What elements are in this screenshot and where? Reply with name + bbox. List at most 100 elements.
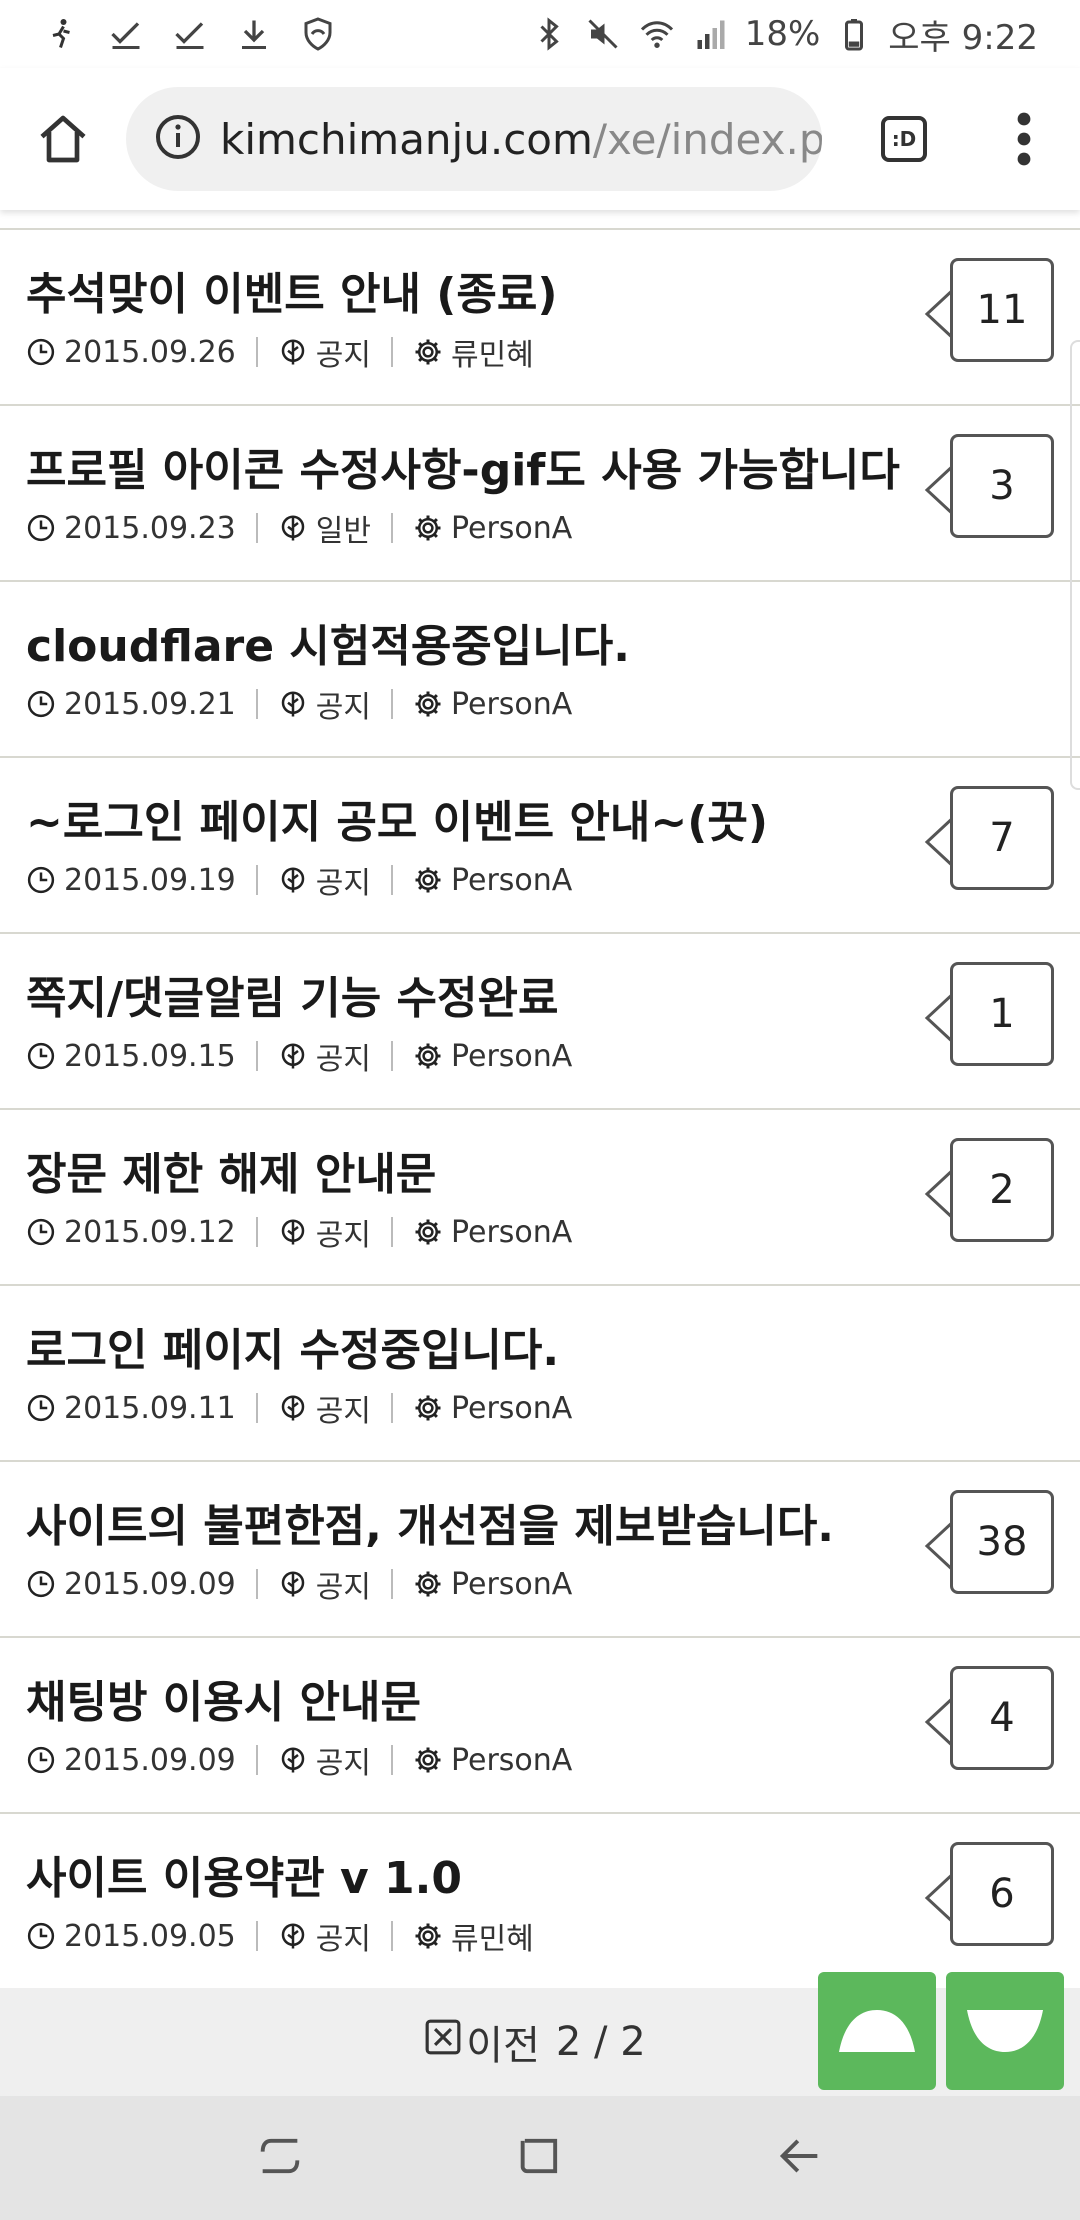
post-category: 공지 [278, 1034, 371, 1078]
home-square-icon [520, 2138, 558, 2174]
meta-divider [390, 513, 393, 543]
post-row[interactable]: 쪽지/댓글알림 기능 수정완료 2015.09.15 공지 PersonA 1 [0, 934, 1080, 1110]
leaf-icon [278, 689, 308, 719]
post-row[interactable]: 사이트 이용약관 v 1.0 2015.09.05 공지 류민혜 6 [0, 1814, 1080, 1990]
meta-divider [390, 1569, 393, 1599]
post-author-text: PersonA [450, 1566, 573, 1602]
comment-count-badge[interactable]: 3 [950, 434, 1054, 538]
post-author: PersonA [413, 1039, 572, 1074]
tabs-button[interactable]: :D [834, 68, 974, 210]
close-box-icon[interactable] [424, 2018, 462, 2066]
info-icon[interactable] [154, 113, 202, 165]
post-title[interactable]: 프로필 아이콘 수정사항-gif도 사용 가능합니다 [26, 434, 900, 498]
gear-icon [413, 1217, 443, 1247]
post-title[interactable]: 장문 제한 해제 안내문 [26, 1138, 436, 1202]
post-meta: 2015.09.21 공지 PersonA [26, 682, 572, 726]
clock-icon [26, 1569, 56, 1599]
meta-divider [390, 1921, 393, 1951]
back-arrow-icon [779, 2139, 818, 2173]
post-author-text: PersonA [450, 862, 573, 898]
leaf-icon [278, 1393, 308, 1423]
gear-icon [413, 1745, 443, 1775]
post-row[interactable]: 사이트의 불편한점, 개선점을 제보받습니다. 2015.09.09 공지 Perso… [0, 1462, 1080, 1638]
scroll-top-button[interactable] [818, 1972, 936, 2090]
post-category: 공지 [278, 1386, 371, 1430]
leaf-icon [278, 337, 308, 367]
leaf-icon [278, 1745, 308, 1775]
post-author: PersonA [413, 1743, 572, 1778]
comment-count-badge[interactable]: 4 [950, 1666, 1054, 1770]
arrow-up-icon [839, 2010, 915, 2052]
url-text: kimchimanju.com/xe/index.p [220, 115, 822, 164]
post-author: 류민혜 [413, 1914, 534, 1958]
scroll-bottom-button[interactable] [946, 1972, 1064, 2090]
post-date: 2015.09.21 [26, 687, 236, 722]
meta-divider [255, 689, 258, 719]
post-category: 공지 [278, 1562, 371, 1606]
post-category: 공지 [278, 858, 371, 902]
post-title[interactable]: 로그인 페이지 수정중입니다. [26, 1314, 559, 1378]
meta-divider [255, 513, 258, 543]
home-nav-button[interactable] [514, 2130, 566, 2186]
post-title[interactable]: 추석맞이 이벤트 안내 (종료) [26, 258, 557, 322]
post-author: 류민혜 [413, 330, 534, 374]
post-author: PersonA [413, 863, 572, 898]
gear-icon [413, 865, 443, 895]
post-title[interactable]: 사이트 이용약관 v 1.0 [26, 1842, 462, 1906]
post-author-text: PersonA [450, 686, 573, 722]
home-button[interactable] [0, 68, 126, 210]
scrollbar[interactable] [1070, 340, 1080, 790]
post-category-text: 공지 [315, 1922, 371, 1957]
back-button[interactable] [774, 2130, 826, 2186]
meta-divider [390, 1217, 393, 1247]
comment-count-badge[interactable]: 1 [950, 962, 1054, 1066]
post-row[interactable]: cloudflare 시험적용중입니다. 2015.09.21 공지 PersonA [0, 582, 1080, 758]
post-date-text: 2015.09.19 [64, 862, 236, 898]
comment-count-badge[interactable]: 38 [950, 1490, 1054, 1594]
address-bar[interactable]: kimchimanju.com/xe/index.p [126, 87, 822, 191]
post-category-text: 공지 [315, 1570, 371, 1605]
check-icon [106, 14, 146, 54]
post-author-text: PersonA [450, 1742, 573, 1778]
post-row[interactable]: 채팅방 이용시 안내문 2015.09.09 공지 PersonA 4 [0, 1638, 1080, 1814]
meta-divider [255, 1569, 258, 1599]
home-icon [40, 115, 86, 163]
post-row[interactable]: ~로그인 페이지 공모 이벤트 안내~(끗) 2015.09.19 공지 Person… [0, 758, 1080, 934]
recent-apps-button[interactable] [254, 2130, 306, 2186]
recents-icon [260, 2138, 300, 2174]
leaf-icon [278, 865, 308, 895]
comment-count-badge[interactable]: 6 [950, 1842, 1054, 1946]
post-author: PersonA [413, 1391, 572, 1426]
meta-divider [255, 865, 258, 895]
post-row[interactable]: 장문 제한 해제 안내문 2015.09.12 공지 PersonA 2 [0, 1110, 1080, 1286]
post-row[interactable]: 추석맞이 이벤트 안내 (종료) 2015.09.26 공지 류민혜 11 [0, 230, 1080, 406]
post-title[interactable]: cloudflare 시험적용중입니다. [26, 610, 630, 674]
overflow-menu-button[interactable] [974, 68, 1074, 210]
post-title[interactable]: 채팅방 이용시 안내문 [26, 1666, 421, 1730]
leaf-icon [278, 1217, 308, 1247]
signal-icon [691, 14, 731, 54]
post-row[interactable]: 로그인 페이지 수정중입니다. 2015.09.11 공지 PersonA [0, 1286, 1080, 1462]
post-date: 2015.09.19 [26, 863, 236, 898]
comment-count-badge[interactable]: 11 [950, 258, 1054, 362]
gear-icon [413, 337, 443, 367]
post-date: 2015.09.12 [26, 1215, 236, 1250]
post-title[interactable]: 쪽지/댓글알림 기능 수정완료 [26, 962, 558, 1026]
meta-divider [255, 1041, 258, 1071]
meta-divider [390, 1393, 393, 1423]
meta-divider [255, 1921, 258, 1951]
prev-page-link[interactable]: 이전 [466, 2013, 540, 2071]
list-top-divider [0, 210, 1080, 230]
comment-count-badge[interactable]: 7 [950, 786, 1054, 890]
gear-icon [413, 1921, 443, 1951]
post-row[interactable]: 프로필 아이콘 수정사항-gif도 사용 가능합니다 2015.09.23 일반 Pe… [0, 406, 1080, 582]
leaf-icon [278, 1569, 308, 1599]
post-title[interactable]: ~로그인 페이지 공모 이벤트 안내~(끗) [26, 786, 768, 850]
meta-divider [390, 337, 393, 367]
post-date: 2015.09.26 [26, 335, 236, 370]
comment-count-badge[interactable]: 2 [950, 1138, 1054, 1242]
post-category: 공지 [278, 1738, 371, 1782]
post-author: PersonA [413, 511, 572, 546]
post-title[interactable]: 사이트의 불편한점, 개선점을 제보받습니다. [26, 1490, 834, 1554]
leaf-icon [278, 1921, 308, 1951]
